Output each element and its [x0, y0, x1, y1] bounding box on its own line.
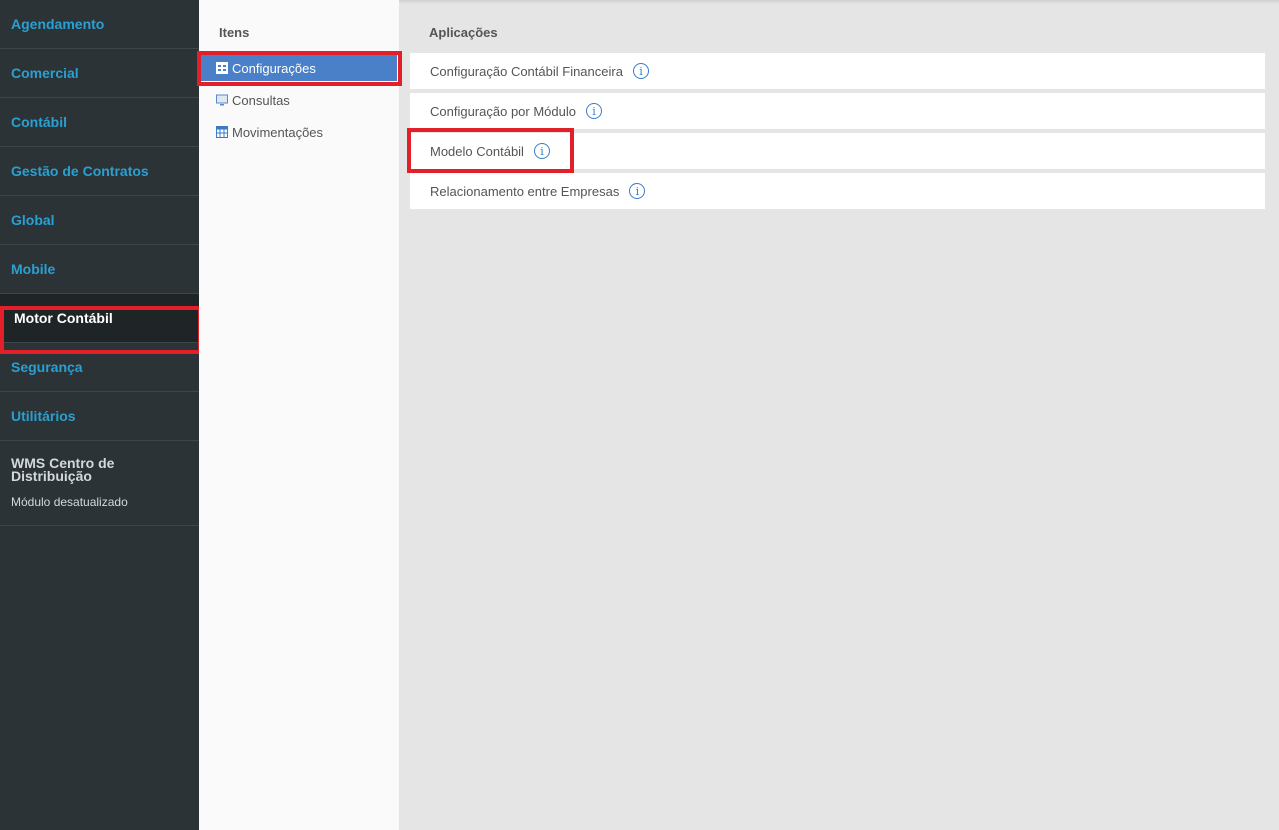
module-wms-status: Módulo desatualizado [11, 495, 128, 509]
app-label: Modelo Contábil [430, 143, 524, 159]
module-seguranca[interactable]: Segurança [0, 343, 199, 392]
app-label: Configuração por Módulo [430, 103, 576, 119]
monitor-icon [216, 94, 228, 106]
app-configuracao-por-modulo[interactable]: Configuração por Módulo i [410, 93, 1265, 129]
module-motor-contabil[interactable]: Motor Contábil [0, 294, 199, 343]
app-label: Relacionamento entre Empresas [430, 183, 620, 199]
item-label: Consultas [232, 92, 290, 108]
module-sidebar: Agendamento Comercial Contábil Gestão de… [0, 0, 199, 830]
app-configuracao-contabil-financeira[interactable]: Configuração Contábil Financeira i [410, 53, 1265, 89]
app-label: Configuração Contábil Financeira [430, 63, 623, 79]
item-consultas[interactable]: Consultas [216, 87, 399, 113]
app-relacionamento-entre-empresas[interactable]: Relacionamento entre Empresas i [410, 173, 1265, 209]
item-label: Movimentações [232, 124, 324, 140]
info-icon[interactable]: i [632, 63, 649, 79]
info-icon[interactable]: i [629, 183, 646, 199]
item-label: Configurações [232, 60, 316, 76]
items-heading: Itens [219, 25, 250, 40]
module-mobile[interactable]: Mobile [0, 245, 199, 294]
module-contabil[interactable]: Contábil [0, 98, 199, 147]
module-comercial[interactable]: Comercial [0, 49, 199, 98]
table-icon [216, 62, 228, 74]
items-panel: Itens Configurações Consultas Movimentaç… [199, 0, 399, 830]
module-global[interactable]: Global [0, 196, 199, 245]
item-movimentacoes[interactable]: Movimentações [216, 119, 399, 145]
apps-heading: Aplicações [429, 25, 498, 40]
info-icon[interactable]: i [585, 103, 602, 119]
top-shadow [399, 0, 1279, 4]
module-utilitarios[interactable]: Utilitários [0, 392, 199, 441]
info-icon[interactable]: i [533, 143, 550, 159]
app-modelo-contabil[interactable]: Modelo Contábil i [410, 133, 1265, 169]
grid-icon [216, 126, 228, 138]
item-configuracoes[interactable]: Configurações [201, 55, 397, 81]
module-agendamento[interactable]: Agendamento [0, 0, 199, 49]
module-wms[interactable]: WMS Centro de Distribuição Módulo desatu… [0, 441, 199, 526]
module-wms-title: WMS Centro de Distribuição [11, 455, 115, 484]
module-gestao-de-contratos[interactable]: Gestão de Contratos [0, 147, 199, 196]
